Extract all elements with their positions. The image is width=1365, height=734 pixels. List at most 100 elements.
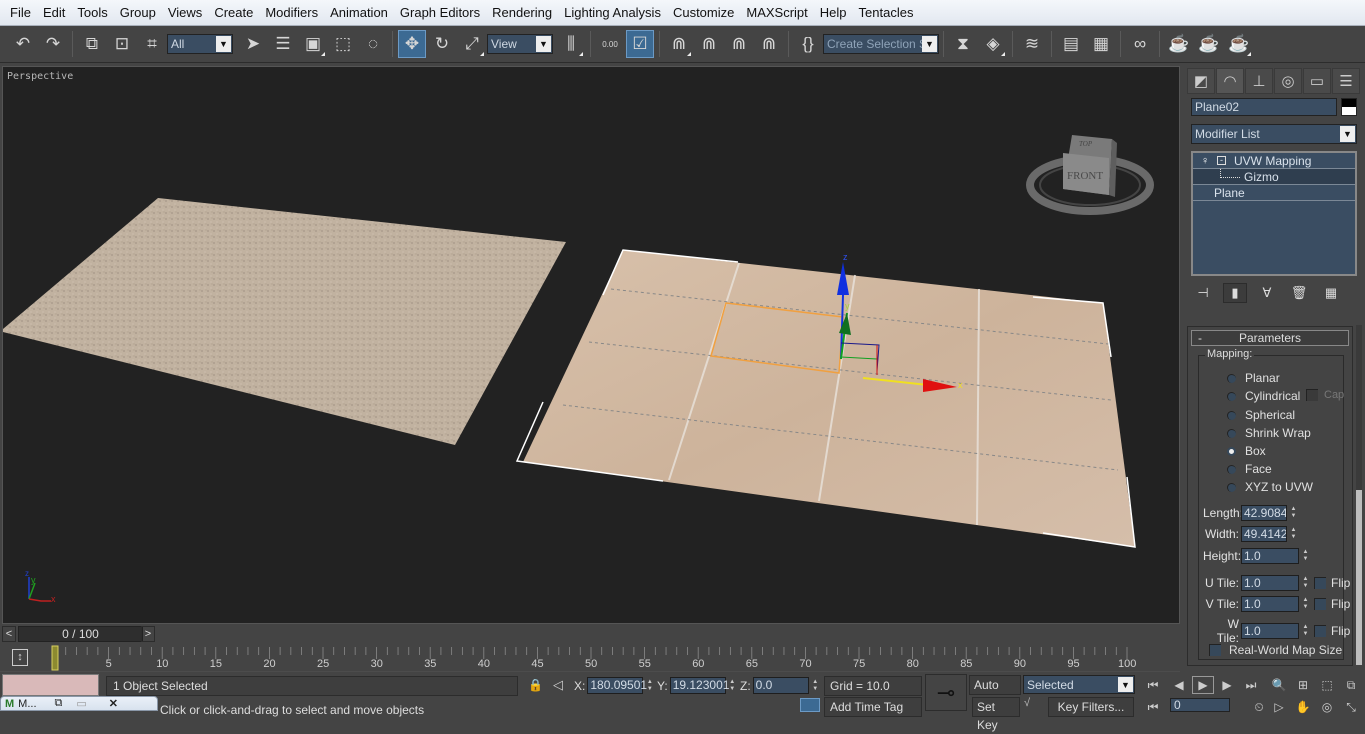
maxscript-listener-mini[interactable] [2,674,99,696]
window-crossing-icon[interactable]: ⬚ [329,30,357,58]
menu-file[interactable]: File [4,0,37,26]
key-filters-button[interactable]: Key Filters... [1048,697,1134,717]
time-configuration-icon[interactable]: ⏲ [1248,698,1270,716]
bind-space-warp-icon[interactable]: ⌗ [138,30,166,58]
y-spinner-arrows[interactable]: ▲ ▼ [728,678,737,694]
named-selection-set-dropdown[interactable]: Create Selection Set ▼ [823,34,939,54]
schematic-view-icon[interactable]: ▦ [1087,30,1115,58]
radio-shrink-wrap[interactable]: Shrink Wrap [1227,426,1311,440]
play-icon[interactable]: ▶ [1192,676,1214,694]
time-tag-icon[interactable] [800,698,820,712]
menu-maxscript[interactable]: MAXScript [740,0,813,26]
z-coordinate-input[interactable]: 0.0 [752,677,809,694]
zoom-all-icon[interactable]: ⊞ [1292,676,1314,694]
length-input[interactable]: 42.90845 [1241,505,1287,521]
lightbulb-icon[interactable]: ♀ [1201,155,1209,167]
spinner-snap-icon[interactable]: ⋒ [755,30,783,58]
minimized-window-tab[interactable]: M M... ⧉ ▭ ✕ [0,696,158,711]
time-slider-prev[interactable]: < [2,626,16,642]
menu-views[interactable]: Views [162,0,208,26]
curve-editor-icon[interactable]: ▤ [1057,30,1085,58]
field-of-view-icon[interactable]: ▷ [1268,698,1290,716]
orbit-icon[interactable]: ◎ [1316,698,1338,716]
menu-graph-editors[interactable]: Graph Editors [394,0,486,26]
angle-snap-icon[interactable]: ⋒ [695,30,723,58]
snap-icon[interactable]: ⋒ [665,30,693,58]
selection-filter-dropdown[interactable]: All ▼ [167,34,233,54]
render-setup-icon[interactable]: ☕ [1165,30,1193,58]
v-flip-checkbox[interactable]: Flip [1314,597,1350,611]
link-icon[interactable]: ⧉ [78,30,106,58]
maximize-viewport-icon[interactable]: ⤡ [1340,698,1362,716]
v-tile-spinner-arrows[interactable]: ▲ ▼ [1301,596,1310,612]
keyboard-shortcut-icon[interactable]: 0.00 [596,30,624,58]
cap-checkbox[interactable]: Cap [1306,389,1344,401]
unlink-icon[interactable]: ⊡ [108,30,136,58]
render-icon[interactable]: ☕ [1225,30,1253,58]
scene-canvas[interactable]: x y z y x z [3,67,1180,624]
create-icon[interactable]: ◩ [1187,68,1215,94]
lock-selection-icon[interactable]: 🔒 [528,678,543,692]
rectangular-region-icon[interactable]: ▣ [299,30,327,58]
radio-spherical[interactable]: Spherical [1227,408,1295,422]
radio-box[interactable]: Box [1227,444,1266,458]
menu-create[interactable]: Create [208,0,259,26]
rollout-collapse-toggle[interactable]: - [1198,331,1202,345]
height-input[interactable]: 1.0 [1241,548,1299,564]
make-unique-icon[interactable]: ∀ [1255,283,1279,303]
move-icon[interactable]: ✥ [398,30,426,58]
time-slider-next[interactable]: > [141,626,155,642]
viewcube[interactable]: TOP FRONT [1025,123,1155,233]
set-key-button[interactable]: Set Key [972,697,1020,732]
timeline-ruler[interactable]: 0510152025303540455055606570758085909510… [0,645,1180,673]
stack-item-uvw-mapping[interactable]: ♀ - UVW Mapping [1193,153,1355,169]
u-tile-spinner-arrows[interactable]: ▲ ▼ [1301,575,1310,591]
track-bar[interactable]: ↕ 05101520253035404550556065707580859095… [0,645,1180,673]
restore-icon[interactable]: ⧉ [55,697,63,710]
reference-coord-dropdown[interactable]: View ▼ [487,34,553,54]
rotate-icon[interactable]: ↻ [428,30,456,58]
zoom-extents-all-icon[interactable]: ⧉ [1340,676,1362,694]
add-time-tag[interactable]: Add Time Tag [824,697,922,717]
u-tile-input[interactable]: 1.0 [1241,575,1299,591]
scrollbar-thumb[interactable] [1356,490,1362,665]
key-mode-dropdown[interactable]: Selected ▼ [1023,675,1135,694]
radio-planar[interactable]: Planar [1227,371,1280,385]
select-object-icon[interactable]: ➤ [239,30,267,58]
w-tile-spinner-arrows[interactable]: ▲ ▼ [1301,623,1310,639]
width-input[interactable]: 49.41423 [1241,526,1287,542]
menu-animation[interactable]: Animation [324,0,394,26]
z-spinner-arrows[interactable]: ▲ ▼ [811,678,820,694]
real-world-map-size-checkbox[interactable]: Real-World Map Size [1209,643,1342,657]
w-tile-input[interactable]: 1.0 [1241,623,1299,639]
menu-edit[interactable]: Edit [37,0,71,26]
utilities-icon[interactable]: ☰ [1332,68,1360,94]
menu-modifiers[interactable]: Modifiers [259,0,324,26]
radio-cylindrical[interactable]: Cylindrical [1227,389,1300,403]
rendered-frame-icon[interactable]: ☕ [1195,30,1223,58]
select-by-name-icon[interactable]: ☰ [269,30,297,58]
align-icon[interactable]: ◈ [979,30,1007,58]
menu-lighting-analysis[interactable]: Lighting Analysis [558,0,667,26]
set-key-icon[interactable]: √ [1024,697,1044,711]
stack-item-gizmo[interactable]: Gizmo [1193,169,1355,185]
plane01-mesh[interactable] [3,198,566,445]
close-icon[interactable]: ✕ [109,697,118,710]
command-panel-scrollbar[interactable] [1356,325,1362,665]
configure-modifier-sets-icon[interactable]: ▦ [1319,283,1343,303]
paint-selection-icon[interactable]: ◌ [359,30,387,58]
go-to-start-icon[interactable]: ⏮ [1142,676,1164,694]
current-frame-input[interactable]: 0 [1170,698,1230,712]
motion-icon[interactable]: ◎ [1274,68,1302,94]
zoom-extents-icon[interactable]: ⬚ [1316,676,1338,694]
menu-customize[interactable]: Customize [667,0,740,26]
pin-stack-icon[interactable]: ⊣ [1191,283,1215,303]
v-tile-input[interactable]: 1.0 [1241,596,1299,612]
pan-icon[interactable]: ✋ [1292,698,1314,716]
scale-icon[interactable]: ⤢ [458,30,486,58]
menu-tentacles[interactable]: Tentacles [853,0,920,26]
plane02-mesh[interactable] [523,250,1135,547]
width-spinner-arrows[interactable]: ▲ ▼ [1289,526,1298,542]
go-to-end-icon[interactable]: ⏭ [1240,676,1262,694]
modify-icon[interactable]: ◠ [1216,68,1244,94]
